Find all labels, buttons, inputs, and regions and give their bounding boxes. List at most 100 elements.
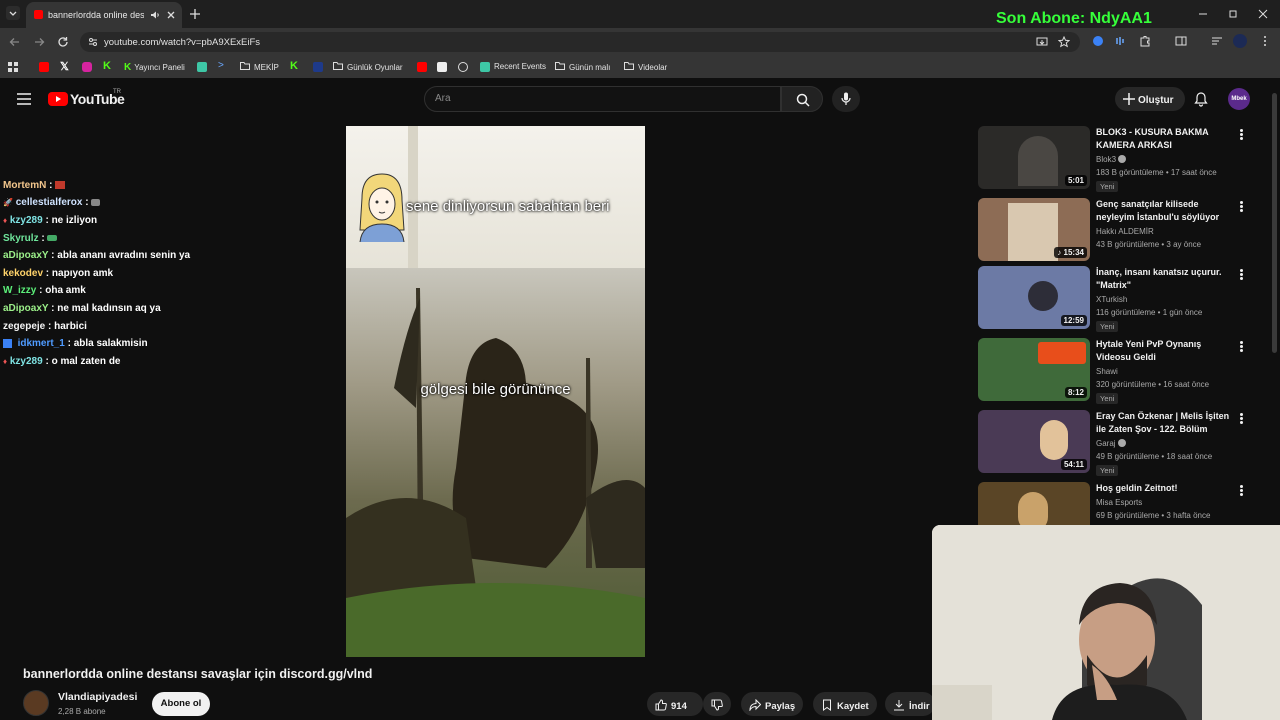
chat-message: 🚀 cellestialferox : xyxy=(3,197,101,208)
video-title: bannerlordda online destansı savaşlar iç… xyxy=(23,667,373,681)
chat-message: kekodev : napıyon amk xyxy=(3,268,114,279)
more-actions-icon[interactable] xyxy=(1237,412,1245,426)
search-input[interactable]: Ara xyxy=(424,86,781,112)
search-button[interactable] xyxy=(781,86,823,112)
channel-name[interactable]: Blok3 xyxy=(1096,155,1127,164)
bookmark-star-icon[interactable] xyxy=(1058,36,1070,48)
like-button[interactable]: 914 xyxy=(647,692,703,716)
site-info-icon[interactable] xyxy=(88,37,98,47)
bookmark-gunluk-oyunlar[interactable]: Günlük Oyunlar xyxy=(333,62,403,72)
bookmark-recent-events[interactable]: Recent Events xyxy=(480,62,546,72)
browser-menu-icon[interactable] xyxy=(1260,35,1270,47)
profile-avatar[interactable] xyxy=(1233,34,1247,48)
more-actions-icon[interactable] xyxy=(1237,268,1245,282)
close-window-icon[interactable] xyxy=(1258,9,1268,19)
new-tab-icon[interactable] xyxy=(189,8,201,20)
active-tab[interactable]: bannerlordda online destan xyxy=(26,2,182,28)
more-actions-icon[interactable] xyxy=(1237,128,1245,142)
video-title[interactable]: Hoş geldin Zeitnot! xyxy=(1096,482,1236,495)
video-thumbnail[interactable]: 12:59 xyxy=(978,266,1090,329)
apps-grid-icon[interactable] xyxy=(8,62,18,72)
reload-icon[interactable] xyxy=(57,36,69,48)
youtube-bookmark-2-icon[interactable] xyxy=(417,62,427,72)
video-thumbnail[interactable]: ♪ 15:34 xyxy=(978,198,1090,261)
page-scrollbar[interactable] xyxy=(1272,93,1277,353)
badge-icon: 🚀 xyxy=(3,198,13,207)
forward-icon[interactable] xyxy=(33,36,45,48)
more-actions-icon[interactable] xyxy=(1237,340,1245,354)
download-button[interactable]: İndir xyxy=(885,692,935,716)
app-bookmark-icon[interactable] xyxy=(197,62,207,72)
close-tab-icon[interactable] xyxy=(166,10,176,20)
speaker-icon[interactable] xyxy=(150,10,160,20)
back-icon[interactable] xyxy=(9,36,21,48)
recommended-video[interactable]: 54:11 Eray Can Özkenar | Melis İşiten il… xyxy=(978,410,1268,476)
channel-name[interactable]: Hakkı ALDEMİR xyxy=(1096,227,1154,236)
video-thumbnail[interactable]: 54:11 xyxy=(978,410,1090,473)
video-thumbnail[interactable]: 8:12 xyxy=(978,338,1090,401)
notifications-bell-icon[interactable] xyxy=(1194,92,1208,107)
recommended-video[interactable]: 8:12 Hytale Yeni PvP Oynanış Videosu Gel… xyxy=(978,338,1268,404)
instagram-bookmark-icon[interactable] xyxy=(82,62,92,72)
shorts-video-player[interactable]: sene dinliyorsun sabahtan beri gölgesi b… xyxy=(346,126,645,657)
share-button[interactable]: Paylaş xyxy=(741,692,803,716)
channel-name[interactable]: Vlandiapiyadesi xyxy=(58,691,137,703)
bookmark-mekip[interactable]: MEKİP xyxy=(240,62,279,72)
subscribe-button[interactable]: Abone ol xyxy=(152,692,210,716)
video-title[interactable]: Eray Can Özkenar | Melis İşiten ile Zate… xyxy=(1096,410,1236,436)
microphone-icon xyxy=(841,92,851,105)
voice-search-button[interactable] xyxy=(832,86,860,112)
account-avatar[interactable]: Mbek xyxy=(1228,88,1250,110)
thumbs-up-icon xyxy=(655,699,667,711)
blue-bookmark-icon[interactable] xyxy=(313,62,323,72)
channel-name[interactable]: XTurkish xyxy=(1096,295,1127,304)
tab-search-button[interactable] xyxy=(6,6,20,20)
knight-silhouette-image xyxy=(346,288,645,657)
extension-shield-icon[interactable] xyxy=(1093,36,1103,46)
globe-bookmark-icon[interactable] xyxy=(458,62,468,72)
new-badge: Yeni xyxy=(1096,465,1119,476)
side-panel-icon[interactable] xyxy=(1175,35,1187,47)
video-title[interactable]: BLOK3 - KUSURA BAKMA KAMERA ARKASI xyxy=(1096,126,1236,152)
minimize-icon[interactable] xyxy=(1198,9,1208,19)
bookmark-yayinci-paneli[interactable]: K Yayıncı Paneli xyxy=(124,62,185,73)
terminal-bookmark-icon[interactable]: > xyxy=(218,60,224,71)
wojak-girl-image xyxy=(359,173,405,242)
hamburger-menu-icon[interactable] xyxy=(17,93,31,105)
recommended-video[interactable]: ♪ 15:34 Genç sanatçılar kilisede neyleyi… xyxy=(978,198,1268,262)
extension-audio-icon[interactable] xyxy=(1114,35,1126,47)
more-actions-icon[interactable] xyxy=(1237,484,1245,498)
bookmark-videolar[interactable]: Videolar xyxy=(624,62,667,72)
chat-message: W_izzy : oha amk xyxy=(3,285,86,296)
video-title[interactable]: Hytale Yeni PvP Oynanış Videosu Geldi xyxy=(1096,338,1236,364)
create-button[interactable]: Oluştur xyxy=(1115,87,1185,111)
image-bookmark-icon[interactable] xyxy=(437,62,447,72)
share-icon xyxy=(749,698,762,712)
browser-tab-strip: bannerlordda online destan Son Abone: Nd… xyxy=(0,0,1280,28)
bookmark-gunun-mali[interactable]: Günün malı xyxy=(555,62,610,72)
kick-bookmark-2-icon[interactable]: K xyxy=(290,60,298,72)
thumbnail-person-shape xyxy=(1040,420,1068,460)
extensions-puzzle-icon[interactable] xyxy=(1139,35,1151,47)
save-button[interactable]: Kaydet xyxy=(813,692,877,716)
channel-name[interactable]: Garaj xyxy=(1096,439,1126,448)
dislike-button[interactable] xyxy=(703,692,731,716)
video-title[interactable]: İnanç, insanı kanatsız uçurur. "Matrix" xyxy=(1096,266,1236,292)
install-app-icon[interactable] xyxy=(1036,36,1048,48)
channel-name[interactable]: Shawi xyxy=(1096,367,1118,376)
recommended-video[interactable]: 12:59 İnanç, insanı kanatsız uçurur. "Ma… xyxy=(978,266,1268,332)
video-title[interactable]: Genç sanatçılar kilisede neyleyim İstanb… xyxy=(1096,198,1236,224)
youtube-logo-icon[interactable] xyxy=(48,92,68,106)
bookmarks-bar: 𝕏 K K Yayıncı Paneli > MEKİP K Günlük Oyu… xyxy=(0,56,1280,78)
channel-name[interactable]: Misa Esports xyxy=(1096,498,1142,507)
x-bookmark-icon[interactable]: 𝕏 xyxy=(60,60,69,73)
reading-list-icon[interactable] xyxy=(1211,35,1223,47)
youtube-bookmark-icon[interactable] xyxy=(39,62,49,72)
channel-avatar[interactable] xyxy=(23,690,49,716)
recommended-video[interactable]: 5:01 BLOK3 - KUSURA BAKMA KAMERA ARKASI … xyxy=(978,126,1268,192)
kick-bookmark-icon[interactable]: K xyxy=(103,60,111,72)
maximize-icon[interactable] xyxy=(1228,9,1238,19)
more-actions-icon[interactable] xyxy=(1237,200,1245,214)
address-bar[interactable]: youtube.com/watch?v=pbA9XExEiFs xyxy=(80,32,1080,52)
video-thumbnail[interactable]: 5:01 xyxy=(978,126,1090,189)
